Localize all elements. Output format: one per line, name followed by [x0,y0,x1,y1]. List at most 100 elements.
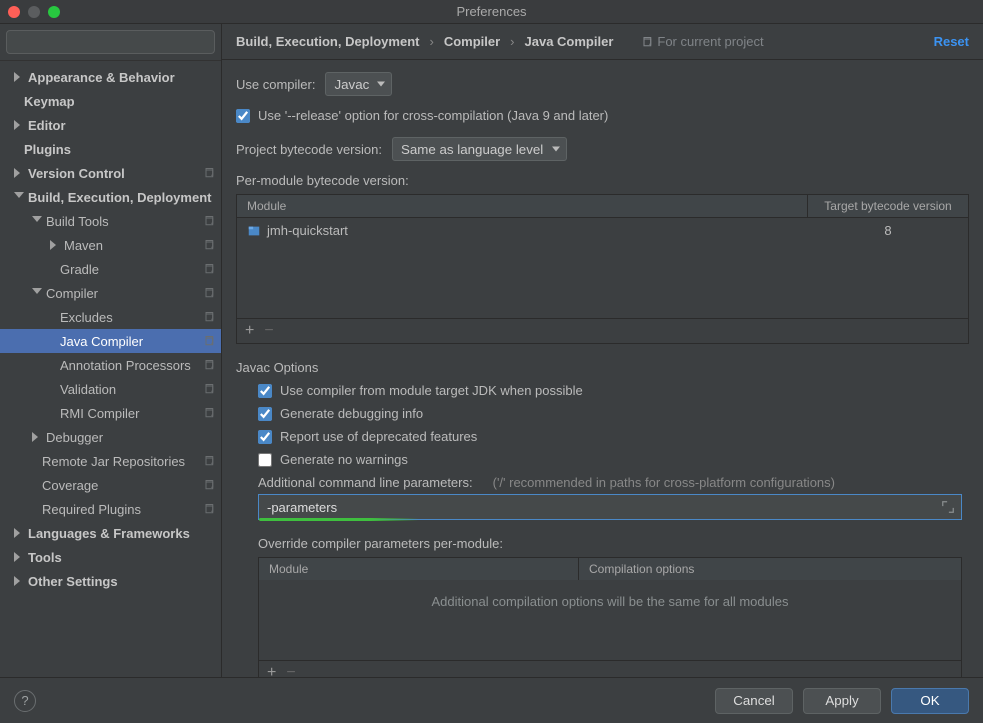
params-input[interactable] [267,500,935,515]
per-module-label: Per-module bytecode version: [236,173,969,188]
copy-icon [203,503,215,515]
chevron-down-icon [32,288,42,298]
sidebar-item-label: Java Compiler [60,334,143,349]
content: Build, Execution, Deployment › Compiler … [222,24,983,677]
target-cell[interactable]: 8 [808,223,968,238]
opt-debug-checkbox[interactable] [258,407,272,421]
sidebar-item-editor[interactable]: Editor [0,113,221,137]
sidebar-item-appearance-behavior[interactable]: Appearance & Behavior [0,65,221,89]
sidebar-item-build-execution-deployment[interactable]: Build, Execution, Deployment [0,185,221,209]
copy-icon [203,383,215,395]
sidebar-item-annotation-processors[interactable]: Annotation Processors [0,353,221,377]
sidebar-item-label: Build Tools [46,214,109,229]
col-target[interactable]: Target bytecode version [808,195,968,217]
sidebar-item-validation[interactable]: Validation [0,377,221,401]
copy-icon [203,215,215,227]
sidebar-item-label: Maven [64,238,103,253]
copy-icon [203,479,215,491]
col-comp-opts[interactable]: Compilation options [579,558,961,580]
sidebar-item-required-plugins[interactable]: Required Plugins [0,497,221,521]
opt-deprecated-label: Report use of deprecated features [280,429,477,444]
search-input[interactable] [6,30,215,54]
titlebar: Preferences [0,0,983,24]
apply-button[interactable]: Apply [803,688,881,714]
project-bytecode-select[interactable]: Same as language level [392,137,567,161]
crumb-0[interactable]: Build, Execution, Deployment [236,34,419,49]
per-module-table: Module Target bytecode version jmh-quick… [236,194,969,344]
sidebar-item-plugins[interactable]: Plugins [0,137,221,161]
sidebar-item-java-compiler[interactable]: Java Compiler [0,329,221,353]
sidebar-item-languages-frameworks[interactable]: Languages & Frameworks [0,521,221,545]
sidebar-item-excludes[interactable]: Excludes [0,305,221,329]
chevron-right-icon [50,240,60,250]
sidebar-item-version-control[interactable]: Version Control [0,161,221,185]
chevron-right-icon [14,168,24,178]
crumb-2: Java Compiler [525,34,614,49]
table-row[interactable]: jmh-quickstart8 [237,217,968,243]
highlight-underline [259,518,419,521]
reset-link[interactable]: Reset [934,34,969,49]
sidebar-item-keymap[interactable]: Keymap [0,89,221,113]
sidebar-item-rmi-compiler[interactable]: RMI Compiler [0,401,221,425]
copy-icon [641,36,653,48]
sidebar-item-label: Debugger [46,430,103,445]
col-module[interactable]: Module [237,195,808,217]
cancel-button[interactable]: Cancel [715,688,793,714]
module-icon [247,224,261,238]
params-label: Additional command line parameters: [258,475,473,490]
crumb-1[interactable]: Compiler [444,34,500,49]
settings-tree[interactable]: Appearance & BehaviorKeymapEditor Plugins… [0,61,221,677]
sidebar-item-label: Required Plugins [42,502,141,517]
sidebar-item-gradle[interactable]: Gradle [0,257,221,281]
copy-icon [203,167,215,179]
sidebar-item-label: Plugins [24,142,71,157]
copy-icon [203,455,215,467]
col-module-2[interactable]: Module [259,558,579,580]
chevron-right-icon [14,552,24,562]
override-empty-msg: Additional compilation options will be t… [259,580,961,623]
ok-button[interactable]: OK [891,688,969,714]
sidebar-item-label: Annotation Processors [60,358,191,373]
for-current-project: For current project [641,34,763,49]
sidebar-item-label: Build, Execution, Deployment [28,190,211,205]
add-button[interactable]: + [245,323,254,339]
opt-from-module-checkbox[interactable] [258,384,272,398]
override-label: Override compiler parameters per-module: [258,536,969,551]
copy-icon [203,263,215,275]
help-button[interactable]: ? [14,690,36,712]
chevron-right-icon: › [429,34,433,49]
copy-icon [203,239,215,251]
remove-button: − [264,323,273,339]
opt-deprecated-checkbox[interactable] [258,430,272,444]
sidebar-item-debugger[interactable]: Debugger [0,425,221,449]
opt-from-module-label: Use compiler from module target JDK when… [280,383,583,398]
use-compiler-select[interactable]: Javac [325,72,392,96]
chevron-down-icon [14,192,24,202]
expand-icon[interactable] [941,500,955,514]
opt-nowarn-label: Generate no warnings [280,452,408,467]
sidebar-item-label: Version Control [28,166,125,181]
chevron-right-icon [14,72,24,82]
chevron-right-icon: › [510,34,514,49]
add-button-2[interactable]: + [267,665,276,677]
copy-icon [203,359,215,371]
chevron-right-icon [14,576,24,586]
opt-nowarn-checkbox[interactable] [258,453,272,467]
sidebar-item-coverage[interactable]: Coverage [0,473,221,497]
copy-icon [203,407,215,419]
chevron-right-icon [14,528,24,538]
copy-icon [203,287,215,299]
sidebar-item-tools[interactable]: Tools [0,545,221,569]
sidebar-item-maven[interactable]: Maven [0,233,221,257]
project-bytecode-label: Project bytecode version: [236,142,382,157]
copy-icon [203,335,215,347]
settings-panel: Use compiler: Javac Use '--release' opti… [222,60,983,677]
chevron-right-icon [14,120,24,130]
sidebar-item-label: Other Settings [28,574,118,589]
release-option-checkbox[interactable] [236,109,250,123]
sidebar-item-remote-jar-repositories[interactable]: Remote Jar Repositories [0,449,221,473]
sidebar-item-compiler[interactable]: Compiler [0,281,221,305]
sidebar-item-other-settings[interactable]: Other Settings [0,569,221,593]
sidebar-item-build-tools[interactable]: Build Tools [0,209,221,233]
use-compiler-label: Use compiler: [236,77,315,92]
